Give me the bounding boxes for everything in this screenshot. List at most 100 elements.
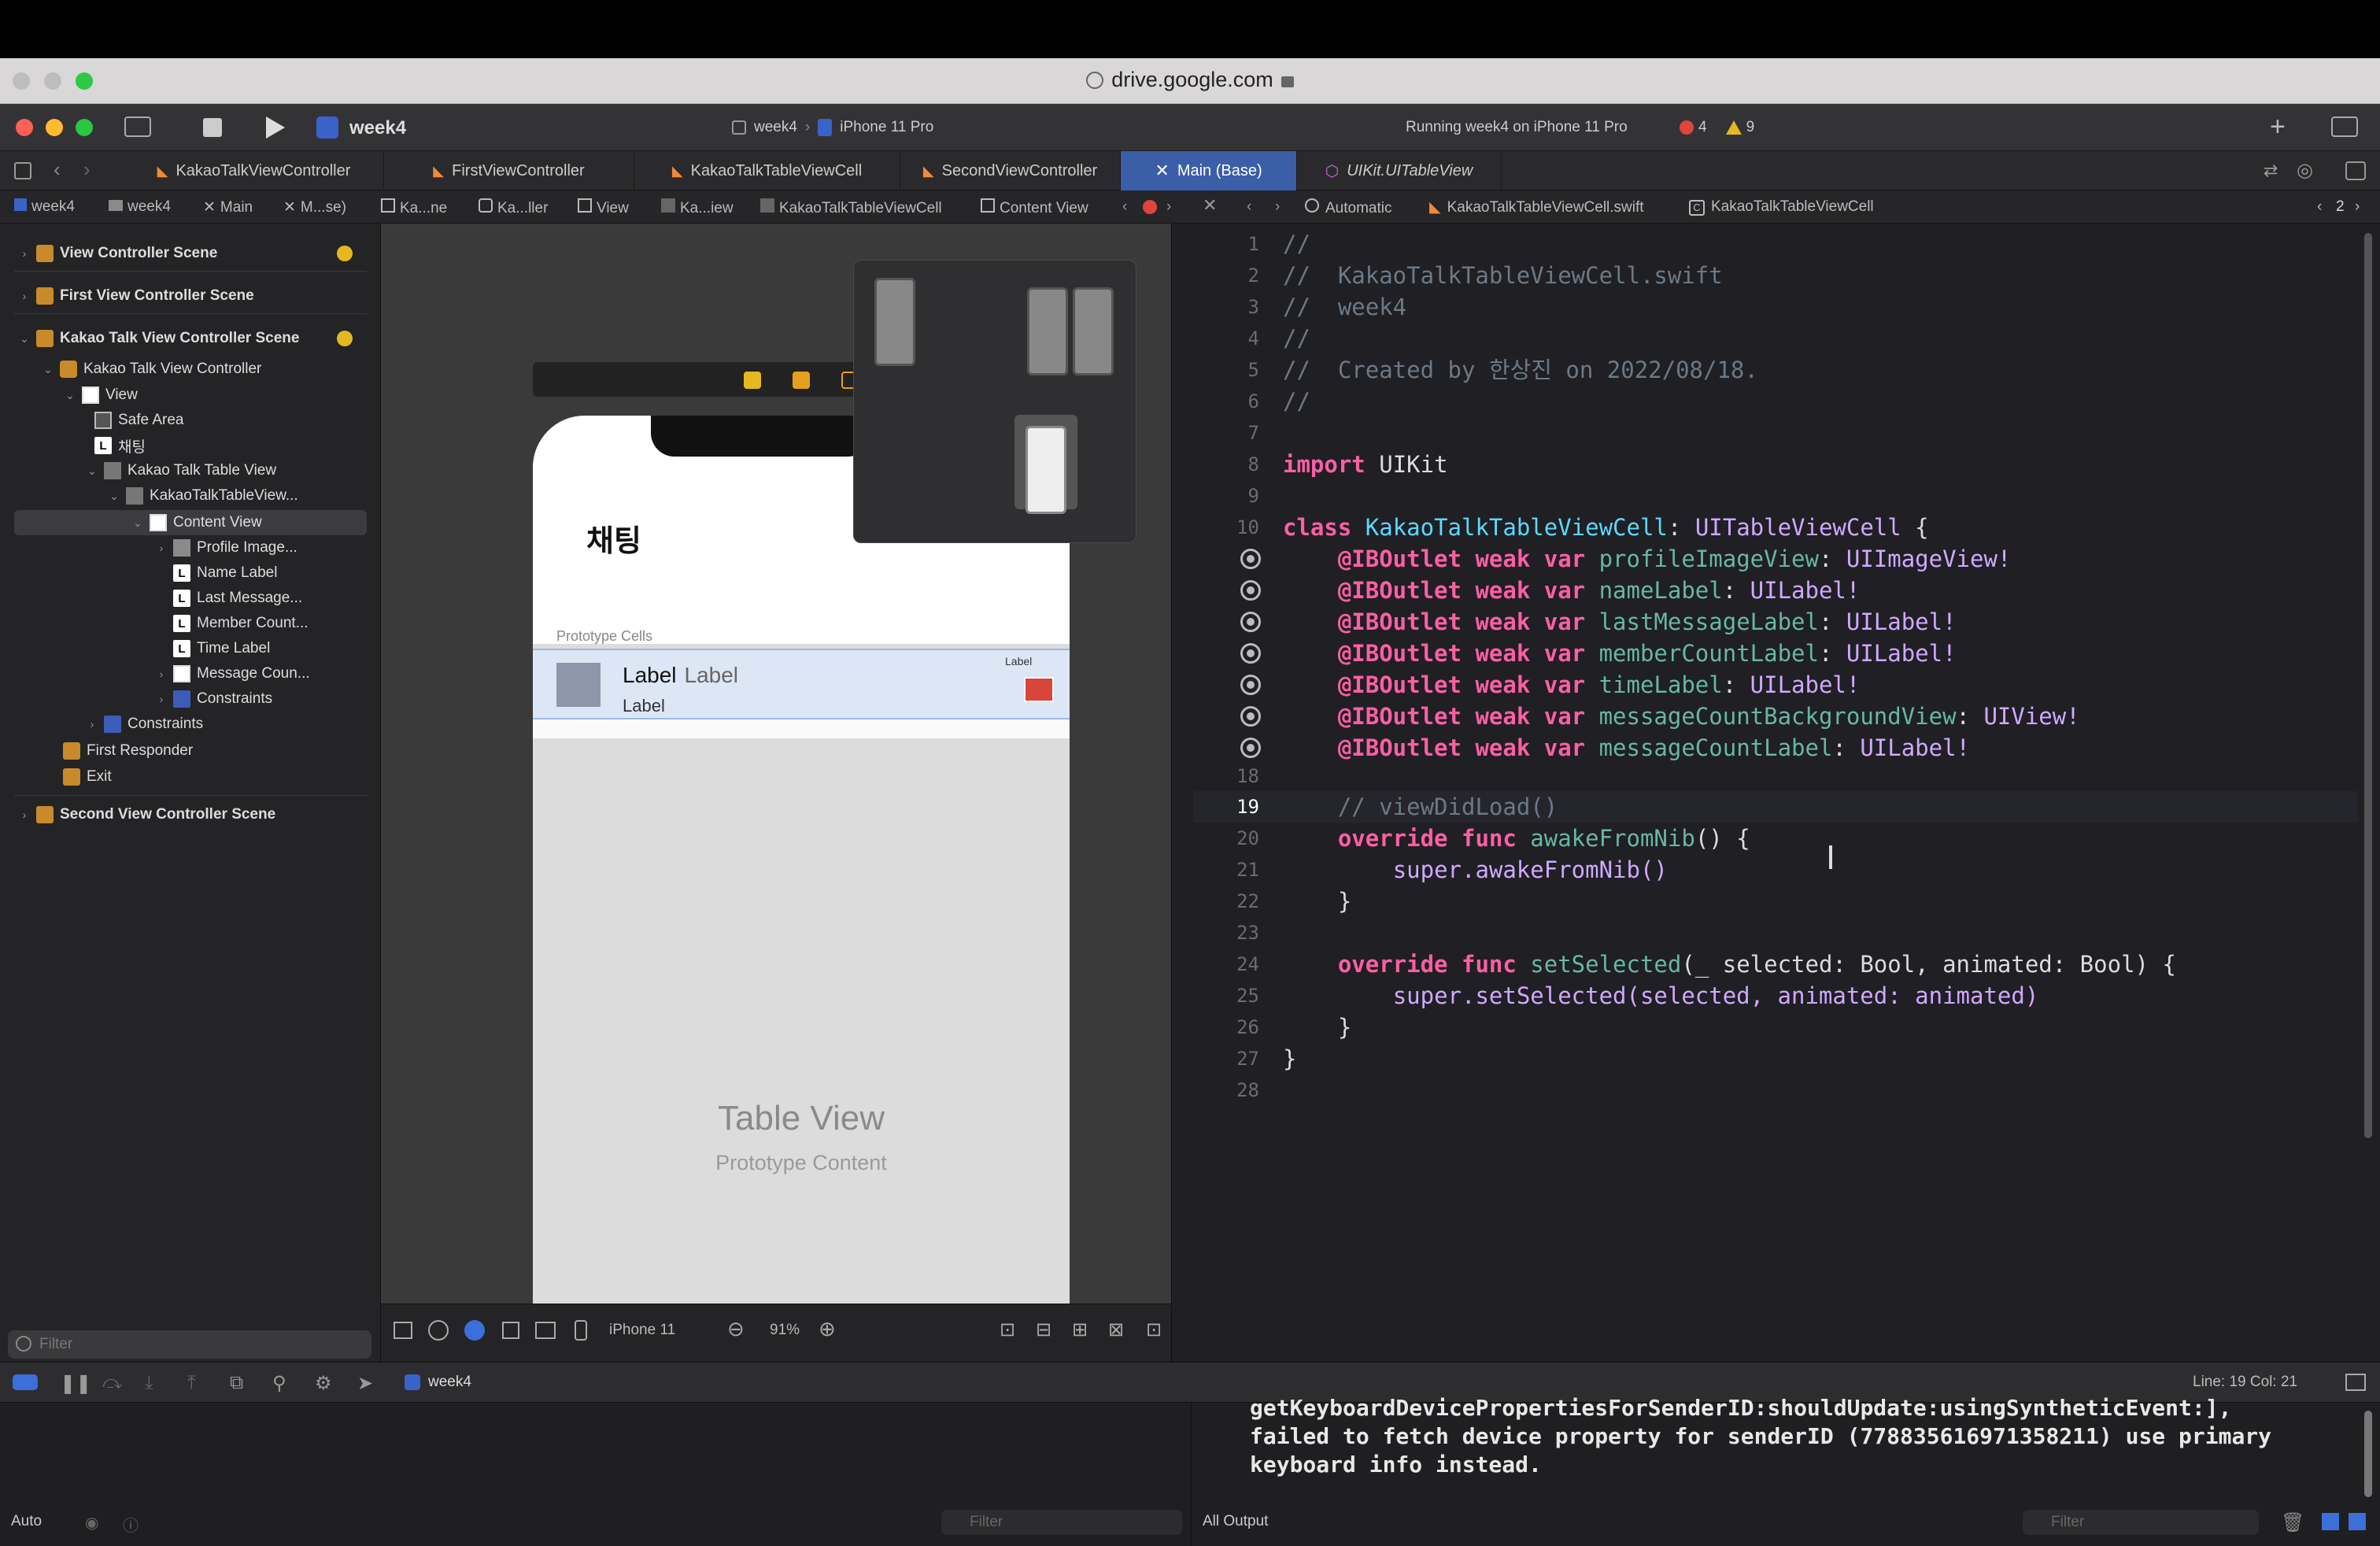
console-scrollbar[interactable] [2364, 1411, 2372, 1497]
first-responder-dock-icon[interactable] [793, 372, 810, 389]
outline-row-view-controller-scene[interactable]: › View Controller Scene [17, 242, 217, 265]
pause-icon[interactable]: ❚❚ [60, 1372, 91, 1395]
outlet-connection-icon[interactable] [1240, 549, 1261, 569]
crumb-week4-folder[interactable]: week4 [109, 198, 171, 216]
crumb-content-view[interactable]: Content View [981, 198, 1088, 217]
tab-uitableview[interactable]: ⬡ UIKit.UITableView [1297, 151, 1502, 190]
vc-dock-icon[interactable] [744, 372, 761, 389]
document-outline-toggle-icon[interactable] [394, 1322, 412, 1339]
device-option-phone[interactable] [874, 278, 915, 366]
editor-back-icon[interactable]: ‹ [1247, 198, 1251, 216]
prototype-cell[interactable]: Label Label Label Label [533, 649, 1070, 719]
outline-row-message-count[interactable]: › Message Coun... [154, 662, 310, 686]
tab-main-storyboard[interactable]: ✕ Main (Base) [1121, 151, 1297, 190]
member-count-label[interactable]: Label [685, 663, 739, 688]
back-icon[interactable]: ‹ [54, 157, 61, 182]
device-icon[interactable] [575, 1320, 587, 1341]
trash-icon[interactable]: 🗑 [2281, 1511, 2304, 1534]
inspector-toggle-icon[interactable] [2331, 117, 2358, 137]
outline-row-table-view[interactable]: ⌄ Kakao Talk Table View [85, 459, 276, 483]
outline-row-safe-area[interactable]: Safe Area [94, 409, 183, 432]
crumb-swift-file[interactable]: ◣ KakaoTalkTableViewCell.swift [1429, 198, 1644, 216]
crumb-main[interactable]: ✕ Main [203, 198, 253, 216]
profile-image-view[interactable] [556, 663, 601, 707]
outlet-connection-icon[interactable] [1240, 675, 1261, 695]
outline-row-exit[interactable]: Exit [63, 765, 112, 789]
outline-row-view-constraints[interactable]: › Constraints [85, 712, 203, 736]
crumb-cell[interactable]: KakaoTalkTableViewCell [760, 198, 942, 217]
issue-prev-icon[interactable]: ‹ [1122, 198, 1127, 216]
resolve-issues-icon[interactable]: ⊠ [1108, 1319, 1124, 1341]
tab-first-vc[interactable]: ◣ FirstViewController [384, 151, 634, 190]
crumb-controller[interactable]: Ka...ller [479, 198, 548, 217]
device-option-split-right[interactable] [1073, 287, 1114, 375]
device-option-split-left[interactable] [1027, 287, 1068, 375]
info-icon[interactable]: ⓘ [123, 1513, 139, 1536]
crumb-week4-project[interactable]: week4 [14, 198, 75, 216]
output-selector[interactable]: All Output [1203, 1513, 1268, 1530]
appearance-icon[interactable] [428, 1320, 449, 1341]
embed-icon[interactable]: ⊡ [1146, 1319, 1162, 1341]
step-out-icon[interactable]: ⤒ [187, 1372, 196, 1394]
memory-graph-icon[interactable]: ⚲ [272, 1372, 286, 1395]
outline-row-first-vc-scene[interactable]: › First View Controller Scene [17, 284, 254, 308]
address-bar[interactable]: drive.google.com [0, 68, 2380, 92]
tab-kakaotalk-cell[interactable]: ◣ KakaoTalkTableViewCell [634, 151, 900, 190]
outline-row-kakaotalk-vc-scene[interactable]: ⌄ Kakao Talk View Controller Scene [17, 327, 299, 350]
outline-row-view[interactable]: ⌄ View [63, 383, 138, 407]
xcode-close-button[interactable] [16, 119, 33, 136]
show-variables-icon[interactable] [2322, 1513, 2339, 1530]
scheme-selector[interactable]: week4 › iPhone 11 Pro [732, 117, 933, 139]
environment-overrides-icon[interactable]: ⚙ [315, 1372, 332, 1395]
message-count-background[interactable] [1024, 677, 1054, 702]
issue-counts[interactable]: 4 9 [1680, 119, 1754, 136]
stop-icon[interactable] [203, 118, 222, 137]
crumb-view[interactable]: View [578, 198, 629, 217]
xcode-zoom-button[interactable] [76, 119, 93, 136]
console-filter-input[interactable]: Filter [2023, 1510, 2259, 1535]
tab-second-vc[interactable]: ◣ SecondViewController [900, 151, 1121, 190]
crumb-tableview[interactable]: Ka...iew [661, 198, 734, 217]
assistant-icon[interactable]: ◎ [2297, 159, 2313, 182]
crumb-class[interactable]: C KakaoTalkTableViewCell [1689, 198, 1874, 216]
debug-area-toggle-icon[interactable] [13, 1374, 38, 1390]
editor-forward-icon[interactable]: › [1275, 198, 1280, 216]
outline-row-kakaotalk-vc[interactable]: ⌄ Kakao Talk View Controller [41, 357, 261, 381]
minimap-toggle-icon[interactable] [2345, 1374, 2366, 1391]
last-message-label[interactable]: Label [623, 696, 665, 716]
device-option-portrait[interactable] [1026, 426, 1066, 514]
orientation-icon[interactable] [502, 1322, 519, 1339]
variables-filter-input[interactable]: Filter [941, 1510, 1182, 1535]
align-icon[interactable]: ⊟ [1036, 1319, 1051, 1341]
outline-row-profile-image[interactable]: › Profile Image... [154, 536, 298, 560]
assistant-automatic[interactable]: Automatic [1305, 198, 1391, 217]
zoom-out-icon[interactable]: ⊖ [727, 1317, 745, 1341]
update-frames-icon[interactable]: ⊡ [1000, 1319, 1015, 1341]
tab-kakaotalk-vc[interactable]: ◣ KakaoTalkViewController [124, 151, 384, 190]
outlet-connection-icon[interactable] [1240, 706, 1261, 727]
outline-row-member-count[interactable]: L Member Count... [173, 612, 309, 635]
step-over-icon[interactable]: ⤼ [102, 1372, 123, 1394]
auto-selector[interactable]: Auto [11, 1513, 42, 1530]
split-editor-icon[interactable] [2345, 161, 2366, 180]
outlet-connection-icon[interactable] [1240, 580, 1261, 601]
view-hierarchy-icon[interactable]: ⧉ [230, 1372, 243, 1394]
error-indicator-icon[interactable] [1143, 200, 1157, 214]
time-label[interactable]: Label [1005, 655, 1032, 668]
xcode-minimize-button[interactable] [46, 119, 63, 136]
issue-next-icon[interactable]: › [1166, 198, 1171, 216]
outlet-connection-icon[interactable] [1240, 612, 1261, 632]
outline-row-title-label[interactable]: L 채팅 [94, 434, 146, 457]
run-icon[interactable] [266, 117, 285, 139]
traits-icon[interactable] [464, 1320, 485, 1341]
add-icon[interactable]: + [2270, 112, 2286, 142]
step-into-icon[interactable]: ⤓ [145, 1372, 153, 1394]
editor-scrollbar[interactable] [2364, 233, 2372, 1138]
outline-filter-input[interactable]: Filter [8, 1330, 371, 1359]
outlet-connection-icon[interactable] [1240, 738, 1261, 758]
close-icon[interactable]: ✕ [1155, 161, 1169, 181]
outline-row-first-responder[interactable]: First Responder [63, 739, 193, 763]
zoom-in-icon[interactable]: ⊕ [819, 1317, 836, 1341]
outline-row-name-label[interactable]: L Name Label [173, 561, 277, 585]
outlet-connection-icon[interactable] [1240, 643, 1261, 664]
